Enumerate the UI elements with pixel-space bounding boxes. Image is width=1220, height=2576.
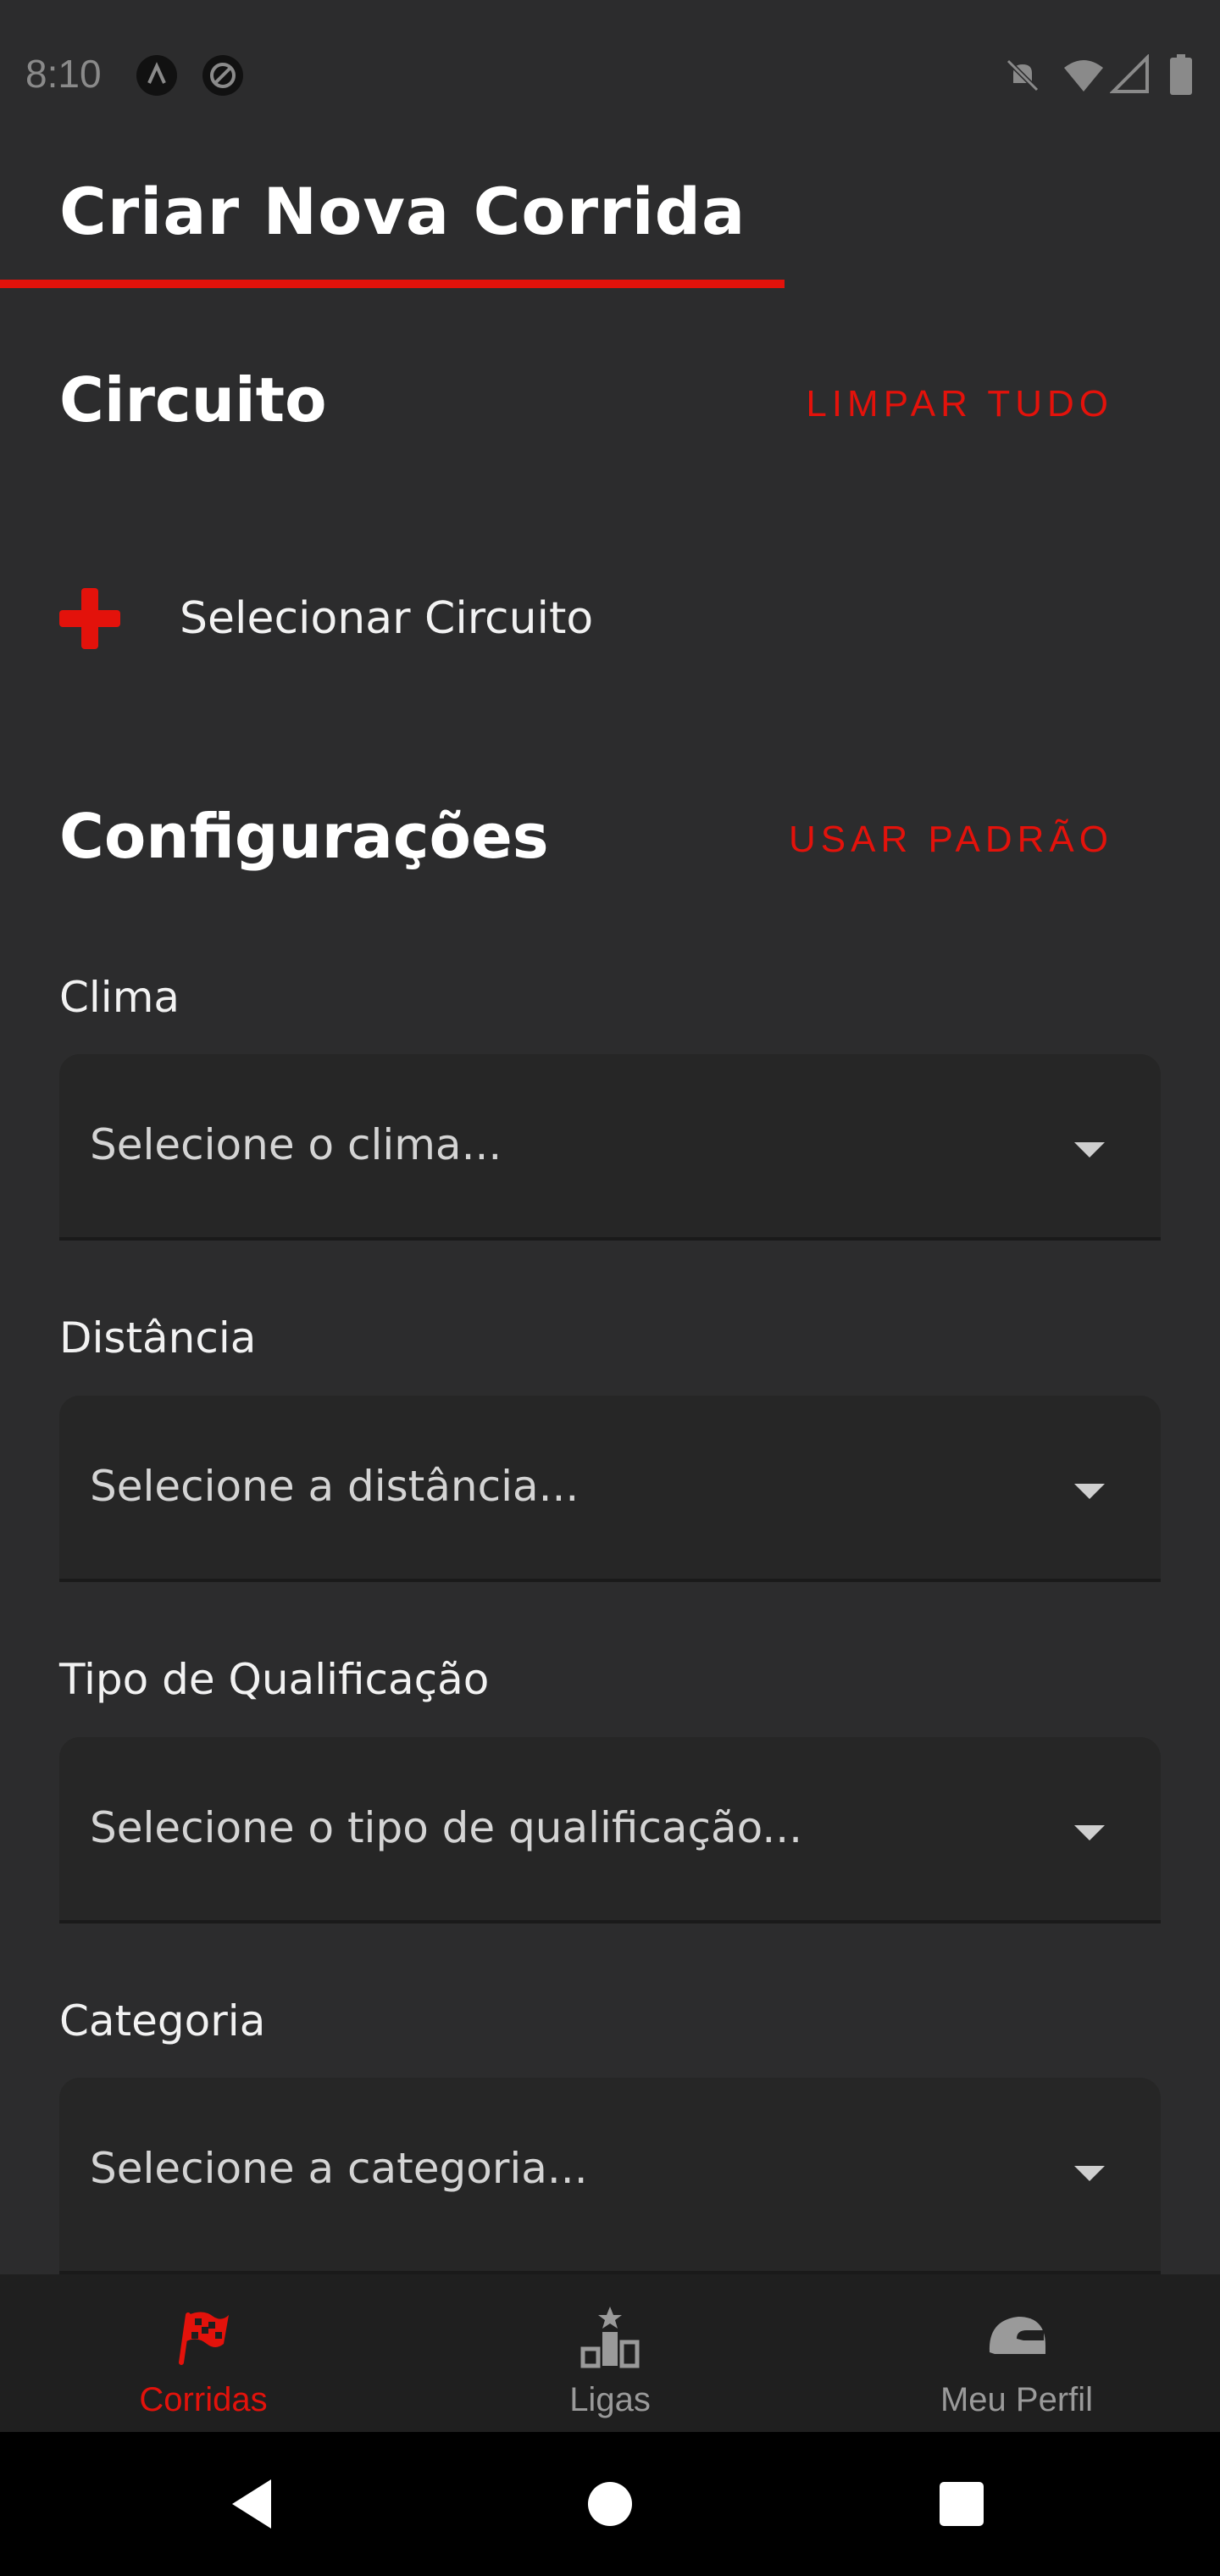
app-a-icon [136,55,177,96]
distance-placeholder: Selecione a distância... [90,1462,580,1511]
app-screen: 8:10 Criar Nova Corrida Circuito LIMPAR … [0,0,1220,2576]
plus-icon [59,588,120,649]
signal-icon [1110,54,1149,93]
circuit-section-title: Circuito [59,364,327,436]
helmet-icon [989,2317,1045,2354]
chevron-down-icon [1074,1484,1105,1499]
nav-item-races[interactable]: Corridas [0,2274,407,2432]
settings-section-title: Configurações [59,801,549,872]
back-icon[interactable] [225,2474,285,2534]
dnd-off-icon [1006,58,1040,92]
clear-all-button[interactable]: LIMPAR TUDO [806,383,1113,425]
recents-icon[interactable] [932,2474,991,2534]
home-icon[interactable] [580,2474,640,2534]
chevron-down-icon [1074,1142,1105,1158]
bottom-nav: Corridas Ligas Meu Perfil [0,2274,1220,2432]
weather-placeholder: Selecione o clima... [90,1120,502,1169]
select-circuit-label: Selecionar Circuito [180,593,594,644]
qualifying-type-placeholder: Selecione o tipo de qualificação... [90,1803,803,1852]
nav-label-leagues: Ligas [569,2381,651,2418]
system-nav-bar [0,2432,1220,2576]
weather-label: Clima [59,973,180,1022]
title-underline [0,280,785,288]
chevron-down-icon [1074,1825,1105,1840]
status-bar: 8:10 [0,0,1220,144]
page-title: Criar Nova Corrida [59,174,746,249]
distance-dropdown[interactable]: Selecione a distância... [59,1396,1161,1582]
battery-icon [1170,54,1192,95]
nav-item-profile[interactable]: Meu Perfil [813,2274,1220,2432]
category-label: Categoria [59,1996,266,2046]
podium-icon [580,2307,640,2368]
status-time: 8:10 [25,52,102,96]
nav-label-races: Corridas [139,2381,268,2418]
checkered-flag-icon [179,2312,229,2365]
chevron-down-icon [1074,2166,1105,2181]
use-default-button[interactable]: USAR PADRÃO [789,819,1113,861]
weather-dropdown[interactable]: Selecione o clima... [59,1054,1161,1241]
wifi-icon [1064,60,1103,92]
category-dropdown[interactable]: Selecione a categoria... [59,2078,1161,2274]
qualifying-type-label: Tipo de Qualificação [59,1655,490,1704]
select-circuit-button[interactable]: Selecionar Circuito [59,585,593,652]
nav-item-leagues[interactable]: Ligas [407,2274,813,2432]
qualifying-type-dropdown[interactable]: Selecione o tipo de qualificação... [59,1737,1161,1924]
distance-label: Distância [59,1313,257,1363]
nav-label-profile: Meu Perfil [940,2381,1094,2418]
category-placeholder: Selecione a categoria... [90,2144,588,2193]
app-circle-icon [202,55,243,96]
